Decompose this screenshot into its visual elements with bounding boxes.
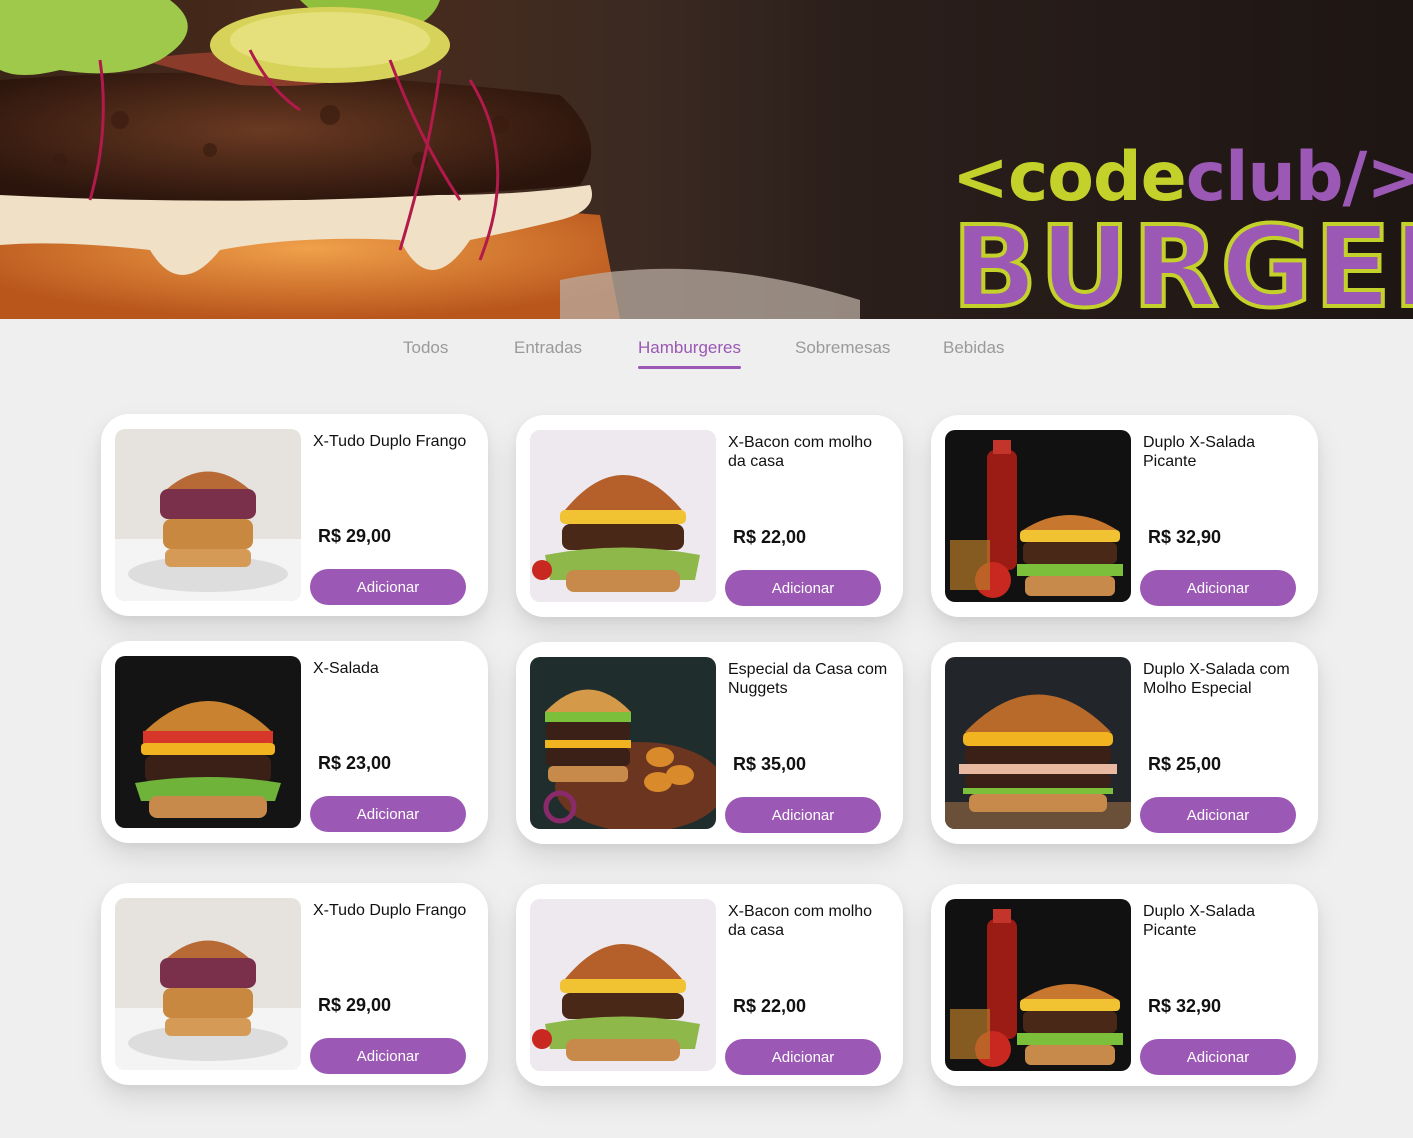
tab-hamburgeres[interactable]: Hamburgeres (638, 338, 741, 369)
add-to-cart-button[interactable]: Adicionar (725, 1039, 881, 1075)
tab-bebidas[interactable]: Bebidas (943, 338, 1004, 358)
product-name: Duplo X-Salada Picante (1143, 903, 1256, 939)
add-to-cart-button[interactable]: Adicionar (725, 797, 881, 833)
product-price: R$ 29,00 (318, 526, 392, 546)
add-to-cart-button[interactable]: Adicionar (310, 1038, 466, 1074)
product-price: R$ 25,00 (1148, 754, 1222, 774)
product-name: Duplo X-Salada com Molho Especial (1143, 661, 1290, 697)
add-to-cart-button[interactable]: Adicionar (1140, 570, 1296, 606)
brand-logo: <codeclub/> BURGER (950, 140, 1413, 320)
product-price: R$ 32,90 (1148, 527, 1222, 547)
product-image (530, 430, 716, 602)
add-to-cart-button[interactable]: Adicionar (1140, 797, 1296, 833)
product-card: X-Bacon com molho da casa R$ 22,00 Adici… (516, 884, 903, 1086)
product-price: R$ 35,00 (733, 754, 807, 774)
product-image (945, 430, 1131, 602)
add-to-cart-button[interactable]: Adicionar (1140, 1039, 1296, 1075)
product-image (945, 657, 1131, 829)
add-to-cart-button[interactable]: Adicionar (310, 569, 466, 605)
product-name: X-Salada (313, 660, 379, 677)
product-card: X-Tudo Duplo Frango R$ 29,00 Adicionar (101, 414, 488, 616)
product-price: R$ 32,90 (1148, 996, 1222, 1016)
product-card: X-Salada R$ 23,00 Adicionar (101, 641, 488, 843)
add-to-cart-button[interactable]: Adicionar (310, 796, 466, 832)
hero-banner: <codeclub/> BURGER (0, 0, 1413, 319)
active-tab-indicator (638, 366, 741, 369)
product-price: R$ 29,00 (318, 995, 392, 1015)
product-card: Duplo X-Salada com Molho Especial R$ 25,… (931, 642, 1318, 844)
tab-entradas[interactable]: Entradas (514, 338, 582, 358)
tab-todos[interactable]: Todos (403, 338, 448, 358)
product-image (115, 656, 301, 828)
product-name: X-Tudo Duplo Frango (313, 902, 467, 919)
product-price: R$ 22,00 (733, 527, 807, 547)
product-image (115, 429, 301, 601)
product-price: R$ 22,00 (733, 996, 807, 1016)
product-price: R$ 23,00 (318, 753, 392, 773)
product-image (115, 898, 301, 1070)
brand-logo-burger: BURGER (950, 203, 1413, 319)
product-image (530, 657, 716, 829)
product-name: Especial da Casa com Nuggets (728, 661, 888, 697)
product-card: Especial da Casa com Nuggets R$ 35,00 Ad… (516, 642, 903, 844)
add-to-cart-button[interactable]: Adicionar (725, 570, 881, 606)
product-card: X-Bacon com molho da casa R$ 22,00 Adici… (516, 415, 903, 617)
product-name: X-Tudo Duplo Frango (313, 433, 467, 450)
product-name: Duplo X-Salada Picante (1143, 434, 1256, 470)
product-card: Duplo X-Salada Picante R$ 32,90 Adiciona… (931, 884, 1318, 1086)
tab-sobremesas[interactable]: Sobremesas (795, 338, 890, 358)
category-tabs: Todos Entradas Hamburgeres Sobremesas Be… (0, 338, 1413, 378)
product-card: Duplo X-Salada Picante R$ 32,90 Adiciona… (931, 415, 1318, 617)
product-image (530, 899, 716, 1071)
product-image (945, 899, 1131, 1071)
product-card: X-Tudo Duplo Frango R$ 29,00 Adicionar (101, 883, 488, 1085)
burger-photo (0, 0, 860, 319)
product-name: X-Bacon com molho da casa (728, 903, 873, 939)
product-name: X-Bacon com molho da casa (728, 434, 873, 470)
